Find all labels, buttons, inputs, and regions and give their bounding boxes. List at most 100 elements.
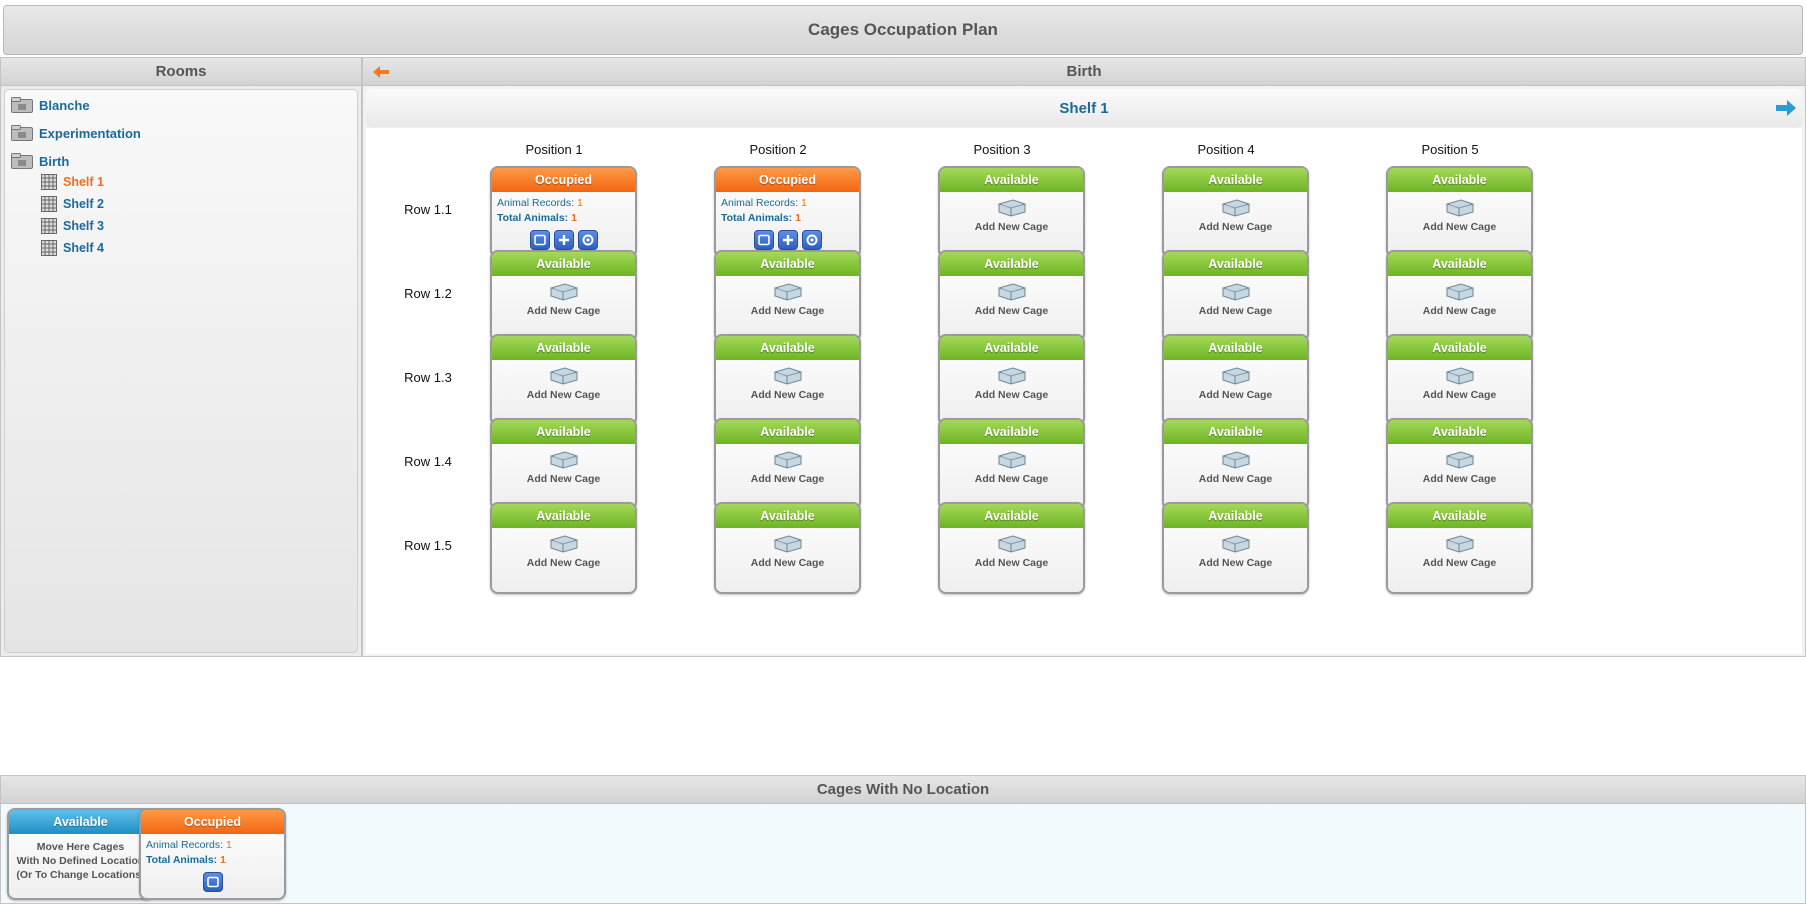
room-item-birth[interactable]: Birth: [11, 153, 69, 169]
cage-info: Animal Records: 1 Total Animals: 1: [141, 834, 284, 868]
unlocated-cage[interactable]: Occupied Animal Records: 1 Total Animals…: [139, 808, 286, 900]
add-new-cage-button[interactable]: Add New Cage: [940, 444, 1083, 485]
cage-available[interactable]: Available Add New Cage: [938, 502, 1085, 594]
add-new-cage-button[interactable]: Add New Cage: [940, 360, 1083, 401]
no-location-body: Available Move Here Cages With No Define…: [1, 805, 1805, 903]
add-new-cage-button[interactable]: Add New Cage: [1388, 276, 1531, 317]
cage-available[interactable]: Available Add New Cage: [1162, 334, 1309, 426]
lifebuoy-icon: [806, 234, 817, 246]
cage-available[interactable]: Available Add New Cage: [714, 250, 861, 342]
no-location-title: Cages With No Location: [816, 781, 990, 798]
cage-status: Available: [716, 336, 859, 360]
view-cage-button[interactable]: [202, 872, 223, 892]
cage-occupied[interactable]: Occupied Animal Records: 1 Total Animals: …: [490, 166, 637, 258]
cage-available[interactable]: Available Add New Cage: [1386, 166, 1533, 258]
cage-available[interactable]: Available Add New Cage: [490, 250, 637, 342]
add-new-cage-button[interactable]: Add New Cage: [1164, 192, 1307, 233]
cage-status: Available: [1164, 420, 1307, 444]
cage-available[interactable]: Available Add New Cage: [1386, 418, 1533, 510]
cage-body: Move Here Cages With No Defined Location…: [9, 834, 152, 898]
no-location-drop-zone[interactable]: Available Move Here Cages With No Define…: [7, 808, 154, 900]
add-new-cage-button[interactable]: Add New Cage: [716, 444, 859, 485]
cage-available[interactable]: Available Add New Cage: [714, 334, 861, 426]
add-animal-button[interactable]: [777, 230, 798, 250]
cage-box-icon: [774, 283, 801, 301]
shelf-label: Shelf 3: [63, 219, 104, 233]
add-new-cage-button[interactable]: Add New Cage: [716, 528, 859, 569]
add-new-cage-label: Add New Cage: [526, 389, 601, 401]
animal-records-value: 1: [225, 839, 232, 851]
position-header: Position 5: [1421, 142, 1479, 157]
cage-body: Add New Cage: [716, 444, 859, 508]
cage-body: Add New Cage: [492, 276, 635, 340]
cage-status: Available: [1388, 504, 1531, 528]
total-animals-value: 1: [571, 212, 577, 224]
cage-available[interactable]: Available Add New Cage: [1386, 334, 1533, 426]
cage-occupied[interactable]: Occupied Animal Records: 1 Total Animals: …: [714, 166, 861, 258]
cage-available[interactable]: Available Add New Cage: [714, 418, 861, 510]
animal-records-label: Animal Records:: [146, 839, 224, 851]
add-new-cage-label: Add New Cage: [750, 389, 825, 401]
cage-available[interactable]: Available Add New Cage: [1162, 166, 1309, 258]
shelf-header: Shelf 1: [366, 89, 1802, 127]
cage-options-button[interactable]: [801, 230, 822, 250]
cage-available[interactable]: Available Add New Cage: [938, 166, 1085, 258]
view-cage-button[interactable]: [529, 230, 550, 250]
add-animal-button[interactable]: [553, 230, 574, 250]
cage-body: Animal Records: 1 Total Animals: 1: [141, 834, 284, 898]
add-new-cage-button[interactable]: Add New Cage: [492, 444, 635, 485]
add-new-cage-button[interactable]: Add New Cage: [1388, 528, 1531, 569]
cage-available[interactable]: Available Add New Cage: [490, 418, 637, 510]
cage-body: Add New Cage: [716, 360, 859, 424]
shelf-item-1[interactable]: Shelf 1: [41, 174, 104, 190]
cage-available[interactable]: Available Add New Cage: [714, 502, 861, 594]
room-item-blanche[interactable]: Blanche: [11, 97, 90, 113]
add-new-cage-button[interactable]: Add New Cage: [492, 528, 635, 569]
add-new-cage-button[interactable]: Add New Cage: [1164, 528, 1307, 569]
cage-available[interactable]: Available Add New Cage: [938, 334, 1085, 426]
folder-icon: [11, 97, 33, 113]
add-new-cage-button[interactable]: Add New Cage: [716, 360, 859, 401]
cage-status: Occupied: [141, 810, 284, 834]
add-new-cage-button[interactable]: Add New Cage: [1164, 444, 1307, 485]
shelf-item-3[interactable]: Shelf 3: [41, 218, 104, 234]
cage-options-button[interactable]: [577, 230, 598, 250]
cage-available[interactable]: Available Add New Cage: [1162, 250, 1309, 342]
add-new-cage-button[interactable]: Add New Cage: [940, 276, 1083, 317]
cage-available[interactable]: Available Add New Cage: [1162, 418, 1309, 510]
cage-available[interactable]: Available Add New Cage: [938, 250, 1085, 342]
total-animals-value: 1: [220, 854, 226, 866]
add-new-cage-label: Add New Cage: [526, 557, 601, 569]
add-new-cage-button[interactable]: Add New Cage: [492, 276, 635, 317]
view-cage-button[interactable]: [753, 230, 774, 250]
cage-body: Animal Records: 1 Total Animals: 1: [716, 192, 859, 256]
add-new-cage-button[interactable]: Add New Cage: [940, 528, 1083, 569]
shelf-item-2[interactable]: Shelf 2: [41, 196, 104, 212]
room-item-experimentation[interactable]: Experimentation: [11, 125, 141, 141]
cage-status: Available: [716, 504, 859, 528]
add-new-cage-button[interactable]: Add New Cage: [1388, 360, 1531, 401]
shelf-item-4[interactable]: Shelf 4: [41, 240, 104, 256]
cage-status: Available: [940, 168, 1083, 192]
cage-available[interactable]: Available Add New Cage: [490, 334, 637, 426]
arrow-right-icon[interactable]: [1774, 97, 1798, 119]
arrow-left-icon[interactable]: [371, 62, 391, 82]
page-title: Cages Occupation Plan: [808, 20, 998, 39]
grid-icon: [41, 218, 57, 234]
add-new-cage-button[interactable]: Add New Cage: [1388, 444, 1531, 485]
cage-status: Available: [1388, 420, 1531, 444]
add-new-cage-button[interactable]: Add New Cage: [492, 360, 635, 401]
cage-available[interactable]: Available Add New Cage: [1386, 502, 1533, 594]
cage-available[interactable]: Available Add New Cage: [490, 502, 637, 594]
cage-box-icon: [1446, 199, 1473, 217]
cage-available[interactable]: Available Add New Cage: [1162, 502, 1309, 594]
add-new-cage-button[interactable]: Add New Cage: [716, 276, 859, 317]
cage-available[interactable]: Available Add New Cage: [1386, 250, 1533, 342]
add-new-cage-button[interactable]: Add New Cage: [1164, 360, 1307, 401]
add-new-cage-button[interactable]: Add New Cage: [1164, 276, 1307, 317]
no-location-panel: Cages With No Location Available Move He…: [0, 775, 1806, 904]
add-new-cage-button[interactable]: Add New Cage: [940, 192, 1083, 233]
cage-available[interactable]: Available Add New Cage: [938, 418, 1085, 510]
room-label: Birth: [39, 153, 70, 169]
add-new-cage-button[interactable]: Add New Cage: [1388, 192, 1531, 233]
